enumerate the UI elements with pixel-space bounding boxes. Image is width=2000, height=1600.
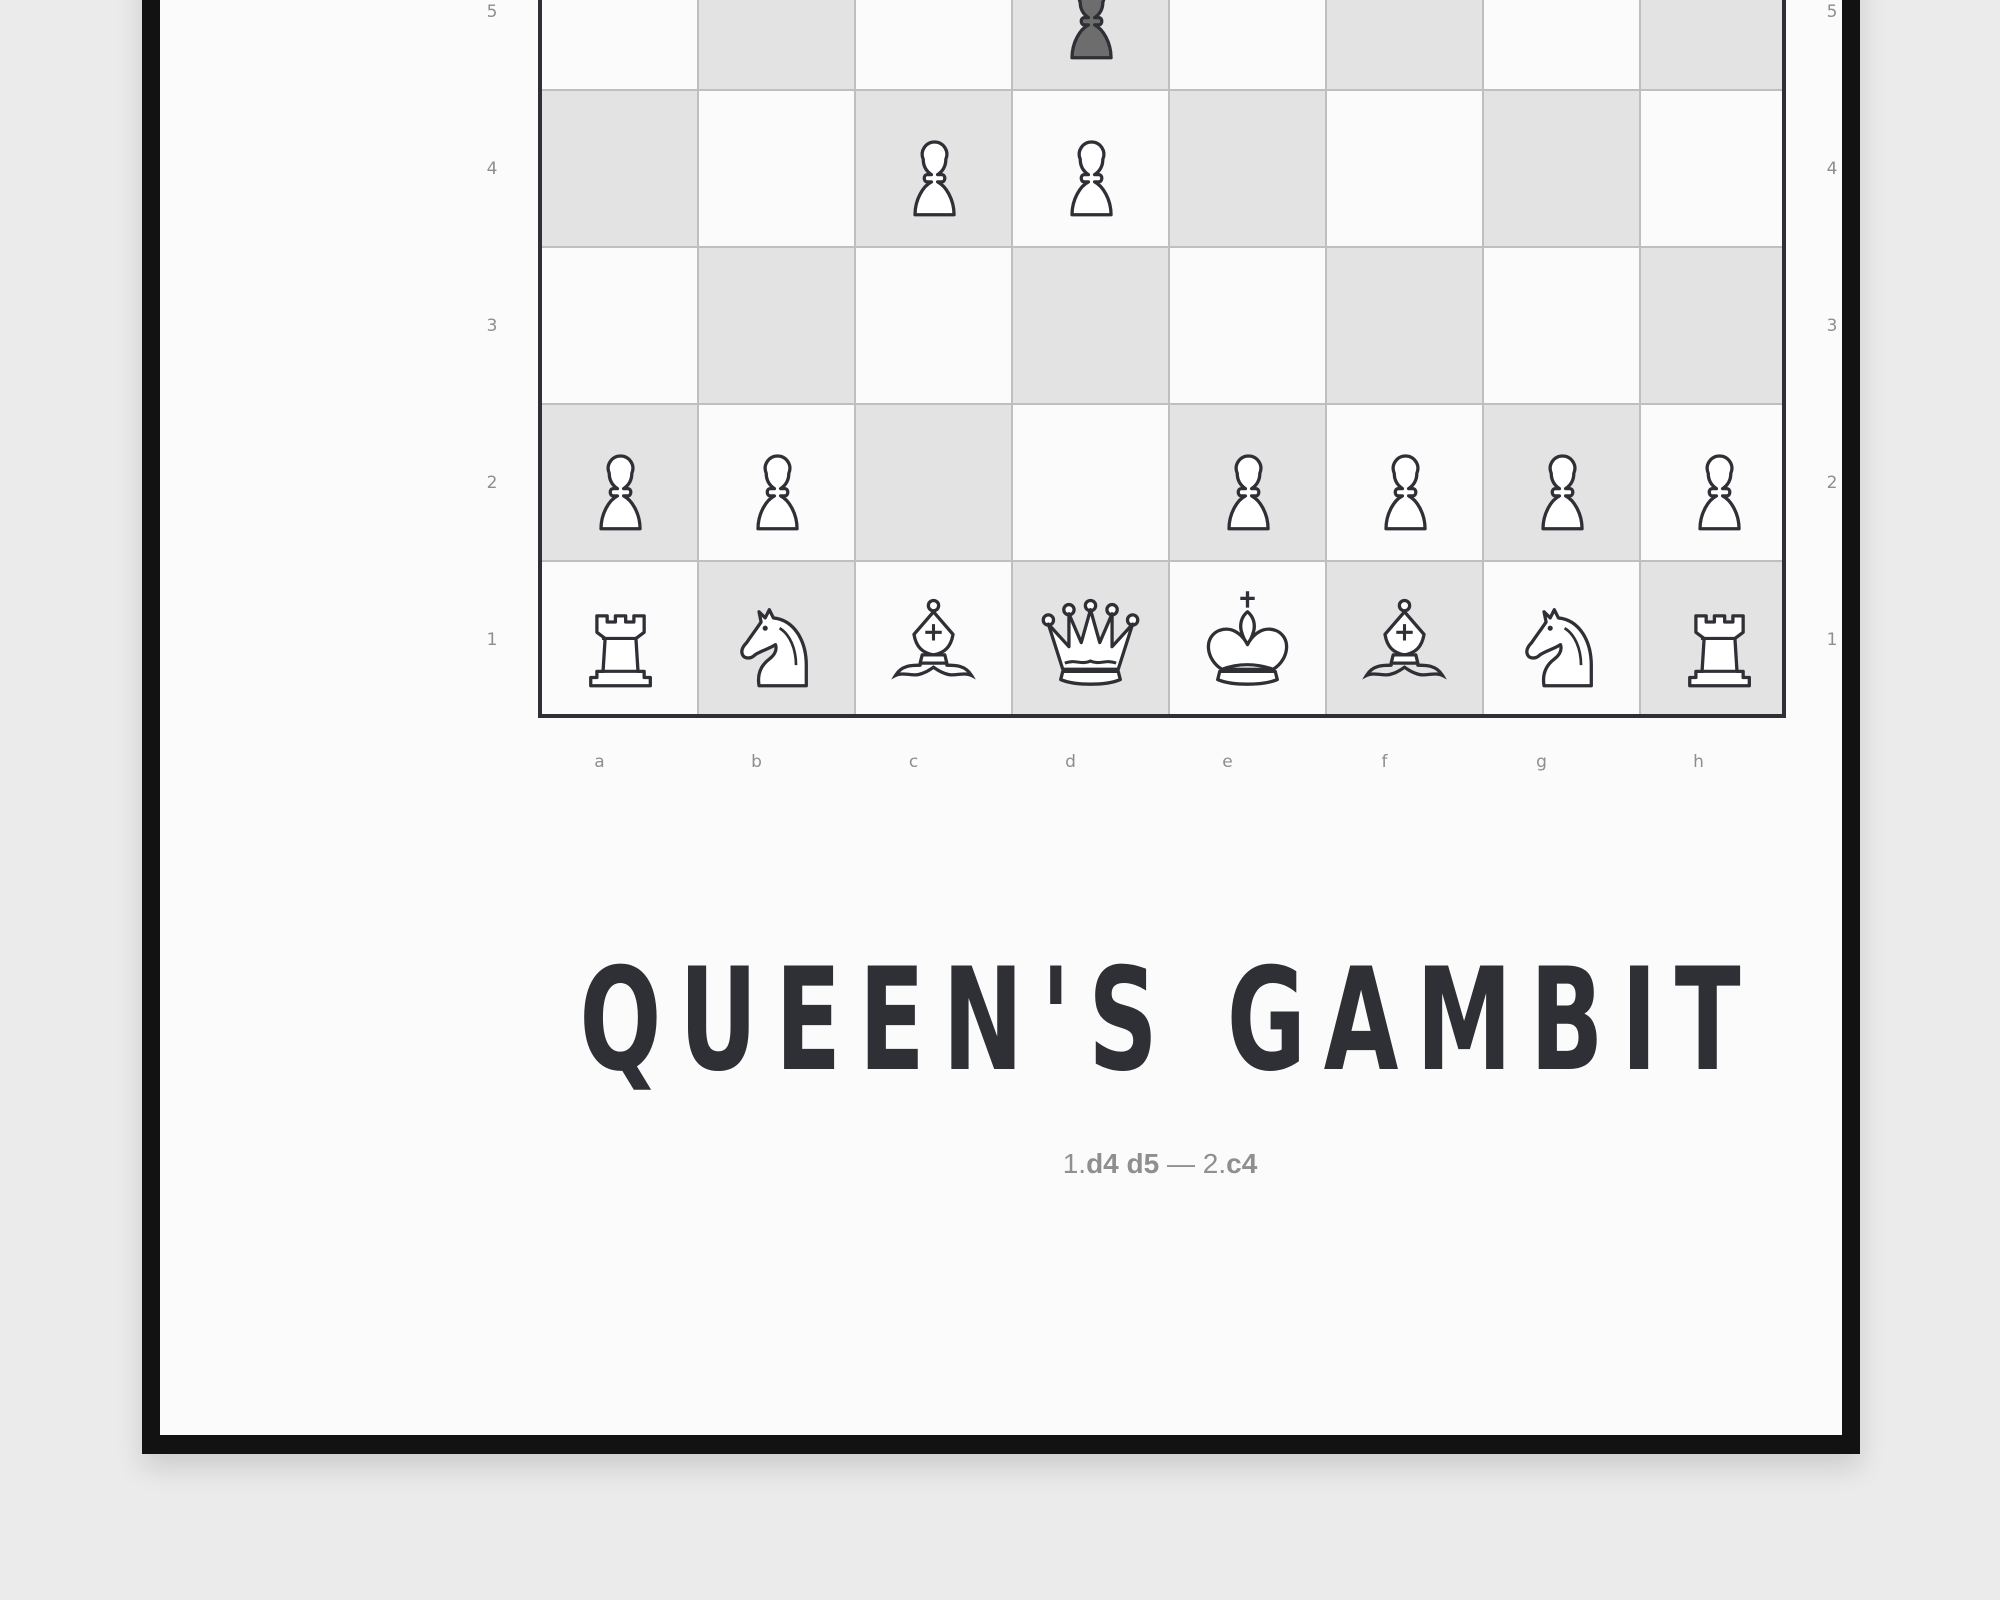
square-c1[interactable] [856, 562, 1011, 714]
move-notation: 1.d4 d5 — 2.c4 [160, 1148, 2000, 1180]
square-d2[interactable] [1013, 405, 1168, 560]
square-e1[interactable] [1170, 562, 1325, 714]
pawn-icon [599, 454, 642, 531]
file-label-a: a [594, 752, 605, 772]
move-2-number: 2. [1202, 1148, 1227, 1179]
square-e5[interactable] [1170, 0, 1325, 89]
square-a2[interactable] [542, 405, 697, 560]
pawn-icon [1070, 0, 1113, 60]
file-label-b: b [751, 752, 762, 772]
chess-board [538, 0, 1786, 718]
square-b5[interactable] [699, 0, 854, 89]
rank-label-4-right: 4 [1826, 158, 1838, 179]
square-a5[interactable] [542, 0, 697, 89]
square-d1[interactable] [1013, 562, 1168, 714]
file-label-f: f [1381, 752, 1388, 772]
square-c5[interactable] [856, 0, 1011, 89]
bishop-icon [1362, 598, 1447, 680]
square-b4[interactable] [699, 91, 854, 246]
bishop-icon [891, 598, 976, 680]
square-g4[interactable] [1484, 91, 1639, 246]
square-c3[interactable] [856, 248, 1011, 403]
file-label-e: e [1222, 752, 1233, 772]
square-g5[interactable] [1484, 0, 1639, 89]
square-e3[interactable] [1170, 248, 1325, 403]
move-1-black: d5 [1126, 1148, 1160, 1179]
poster-title: QUEEN'S GAMBIT [579, 938, 1759, 1103]
rook-icon [1688, 614, 1751, 688]
file-label-g: g [1536, 752, 1547, 772]
pawn-icon [1698, 454, 1741, 531]
rank-label-2-left: 2 [486, 472, 498, 493]
file-label-c: c [908, 752, 919, 772]
square-f2[interactable] [1327, 405, 1482, 560]
square-c2[interactable] [856, 405, 1011, 560]
pawn-icon [913, 140, 956, 217]
rook-icon [589, 614, 652, 688]
rank-label-5-left: 5 [486, 1, 498, 22]
rank-label-2-right: 2 [1826, 472, 1838, 493]
square-b1[interactable] [699, 562, 854, 714]
rank-label-1-left: 1 [486, 629, 498, 650]
pawn-icon [1070, 140, 1113, 217]
poster-paper: QUEEN'S GAMBIT 1.d4 d5 — 2.c4 5 5 4 4 3 3 2 2 1 1… [160, 0, 1842, 1435]
square-e4[interactable] [1170, 91, 1325, 246]
square-a4[interactable] [542, 91, 697, 246]
square-f4[interactable] [1327, 91, 1482, 246]
square-h5[interactable] [1641, 0, 1782, 89]
square-a3[interactable] [542, 248, 697, 403]
square-e2[interactable] [1170, 405, 1325, 560]
rank-label-3-left: 3 [486, 315, 498, 336]
square-g2[interactable] [1484, 405, 1639, 560]
rank-label-5-right: 5 [1826, 1, 1838, 22]
square-d4[interactable] [1013, 91, 1168, 246]
file-label-h: h [1693, 752, 1704, 772]
square-a1[interactable] [542, 562, 697, 714]
knight-icon [740, 608, 808, 688]
square-g1[interactable] [1484, 562, 1639, 714]
square-h1[interactable] [1641, 562, 1782, 714]
king-icon [1206, 591, 1289, 686]
square-d3[interactable] [1013, 248, 1168, 403]
rank-label-3-right: 3 [1826, 315, 1838, 336]
square-b2[interactable] [699, 405, 854, 560]
pawn-icon [756, 454, 799, 531]
square-f5[interactable] [1327, 0, 1482, 89]
move-1-number: 1. [1062, 1148, 1087, 1179]
file-label-d: d [1065, 752, 1076, 772]
queen-icon [1041, 598, 1140, 686]
pawn-icon [1227, 454, 1270, 531]
move-separator: — [1159, 1148, 1203, 1179]
square-f3[interactable] [1327, 248, 1482, 403]
square-h2[interactable] [1641, 405, 1782, 560]
square-h4[interactable] [1641, 91, 1782, 246]
rank-label-1-right: 1 [1826, 629, 1838, 650]
pawn-icon [1384, 454, 1427, 531]
square-f1[interactable] [1327, 562, 1482, 714]
pawn-icon [1541, 454, 1584, 531]
square-h3[interactable] [1641, 248, 1782, 403]
square-g3[interactable] [1484, 248, 1639, 403]
square-c4[interactable] [856, 91, 1011, 246]
rank-label-4-left: 4 [486, 158, 498, 179]
knight-icon [1525, 608, 1593, 688]
move-2-white: c4 [1226, 1148, 1258, 1179]
square-d5[interactable] [1013, 0, 1168, 89]
square-b3[interactable] [699, 248, 854, 403]
move-1-white: d4 [1086, 1148, 1119, 1179]
